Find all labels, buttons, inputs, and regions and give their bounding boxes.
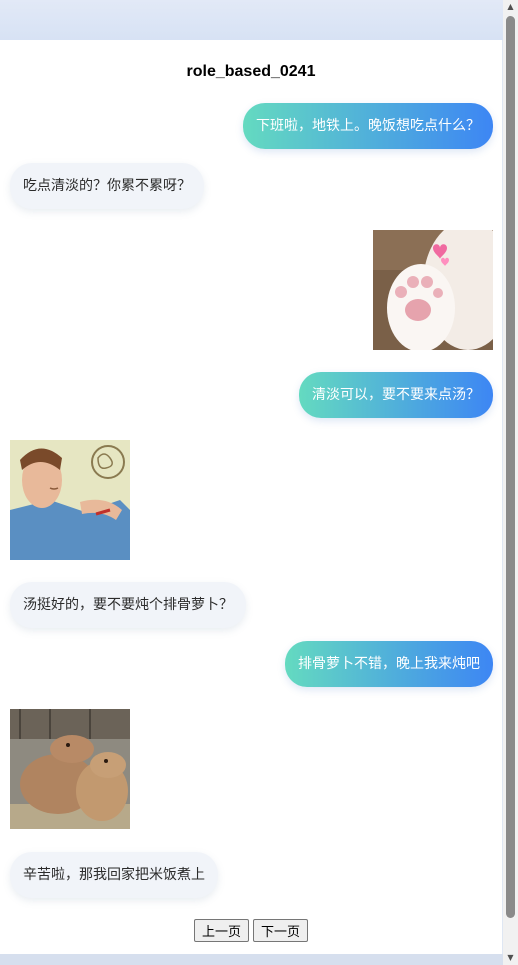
chat-panel: role_based_0241 下班啦，地铁上。晚饭想吃点什么？ 吃点清淡的？你… xyxy=(0,40,502,954)
scroll-down-icon[interactable]: ▼ xyxy=(503,951,518,965)
bottom-background-band xyxy=(0,954,518,965)
scroll-up-icon[interactable]: ▲ xyxy=(503,0,518,14)
bot-message-bubble: 吃点清淡的？你累不累呀？ xyxy=(10,163,204,209)
user-message-bubble: 清淡可以，要不要来点汤？ xyxy=(299,372,493,418)
scroll-thumb[interactable] xyxy=(506,16,515,918)
thinking-man-sticker-image xyxy=(10,440,130,560)
bot-message-bubble: 辛苦啦，那我回家把米饭煮上 xyxy=(10,852,218,898)
prev-page-button[interactable]: 上一页 xyxy=(193,919,249,942)
cat-paw-sticker-image xyxy=(373,230,493,350)
page-title: role_based_0241 xyxy=(186,63,316,80)
user-message-bubble: 下班啦，地铁上。晚饭想吃点什么？ xyxy=(243,103,493,149)
next-page-button[interactable]: 下一页 xyxy=(253,919,309,942)
pagination: 上一页 下一页 xyxy=(0,919,502,942)
top-background-band xyxy=(0,0,518,40)
bot-message-bubble: 汤挺好的，要不要炖个排骨萝卜？ xyxy=(10,582,246,628)
user-message-bubble: 排骨萝卜不错，晚上我来炖吧 xyxy=(285,641,493,687)
capybara-hug-sticker-image xyxy=(10,709,130,829)
vertical-scrollbar[interactable]: ▲ ▼ xyxy=(503,0,518,965)
